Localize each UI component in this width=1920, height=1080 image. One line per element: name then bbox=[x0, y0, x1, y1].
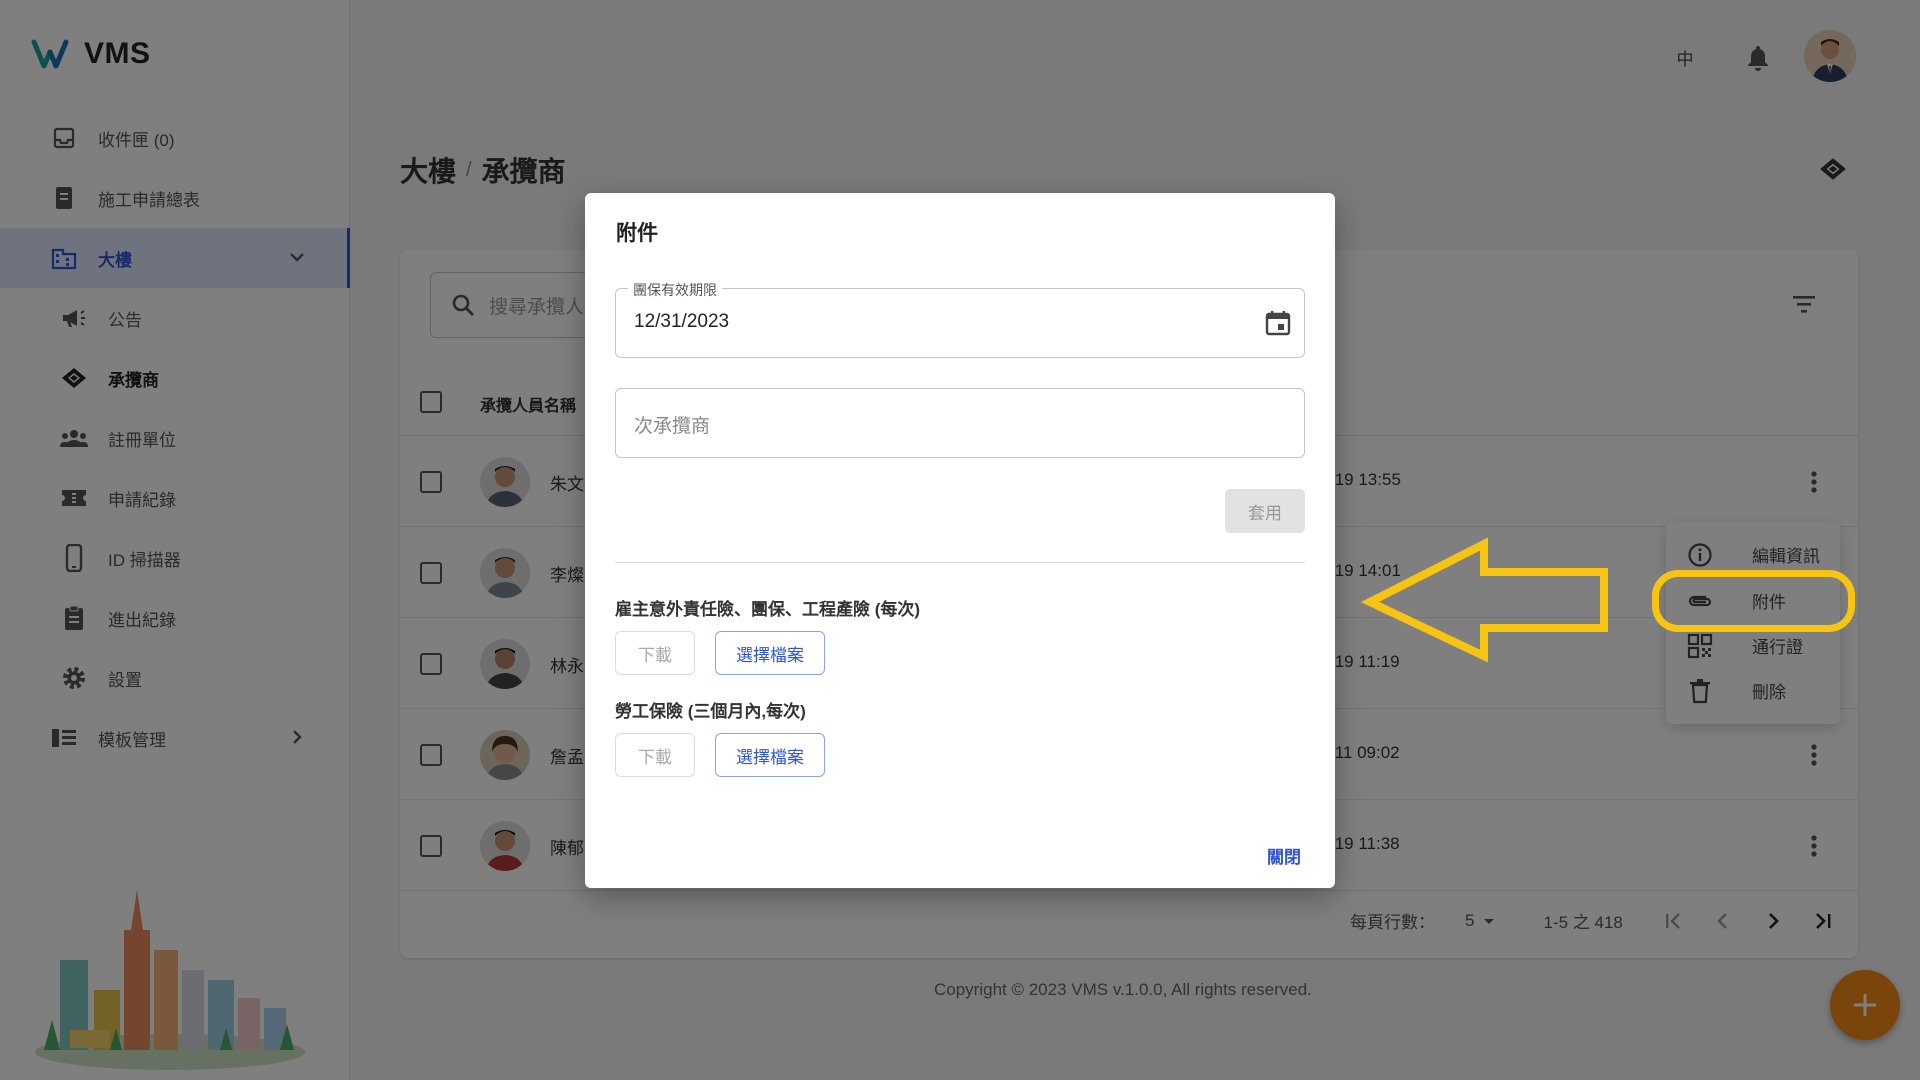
choose-file-button[interactable]: 選擇檔案 bbox=[715, 733, 825, 777]
attachment-section-label: 勞工保險 (三個月內,每次) bbox=[615, 702, 806, 721]
dialog-title: 附件 bbox=[616, 222, 658, 245]
download-button[interactable]: 下載 bbox=[615, 733, 695, 777]
choose-file-button[interactable]: 選擇檔案 bbox=[715, 631, 825, 675]
apply-button[interactable]: 套用 bbox=[1225, 489, 1305, 533]
field-placeholder: 次承攬商 bbox=[634, 416, 711, 437]
annotation-highlight-box bbox=[1652, 570, 1855, 632]
attachment-section-label: 雇主意外責任險、團保、工程產險 (每次) bbox=[615, 600, 921, 619]
calendar-icon[interactable] bbox=[1264, 309, 1292, 337]
attachments-dialog: 附件 團保有效期限 12/31/2023 次承攬商 套用 雇主意外責任險、團保、… bbox=[585, 193, 1335, 888]
field-value: 12/31/2023 bbox=[634, 311, 730, 332]
close-button[interactable]: 關閉 bbox=[1267, 843, 1301, 868]
download-button[interactable]: 下載 bbox=[615, 631, 695, 675]
divider bbox=[615, 562, 1305, 563]
subcontractor-field[interactable]: 次承攬商 bbox=[615, 388, 1305, 458]
field-label: 團保有效期限 bbox=[628, 280, 722, 300]
insurance-expiry-date-field[interactable]: 團保有效期限 12/31/2023 bbox=[615, 280, 1305, 358]
